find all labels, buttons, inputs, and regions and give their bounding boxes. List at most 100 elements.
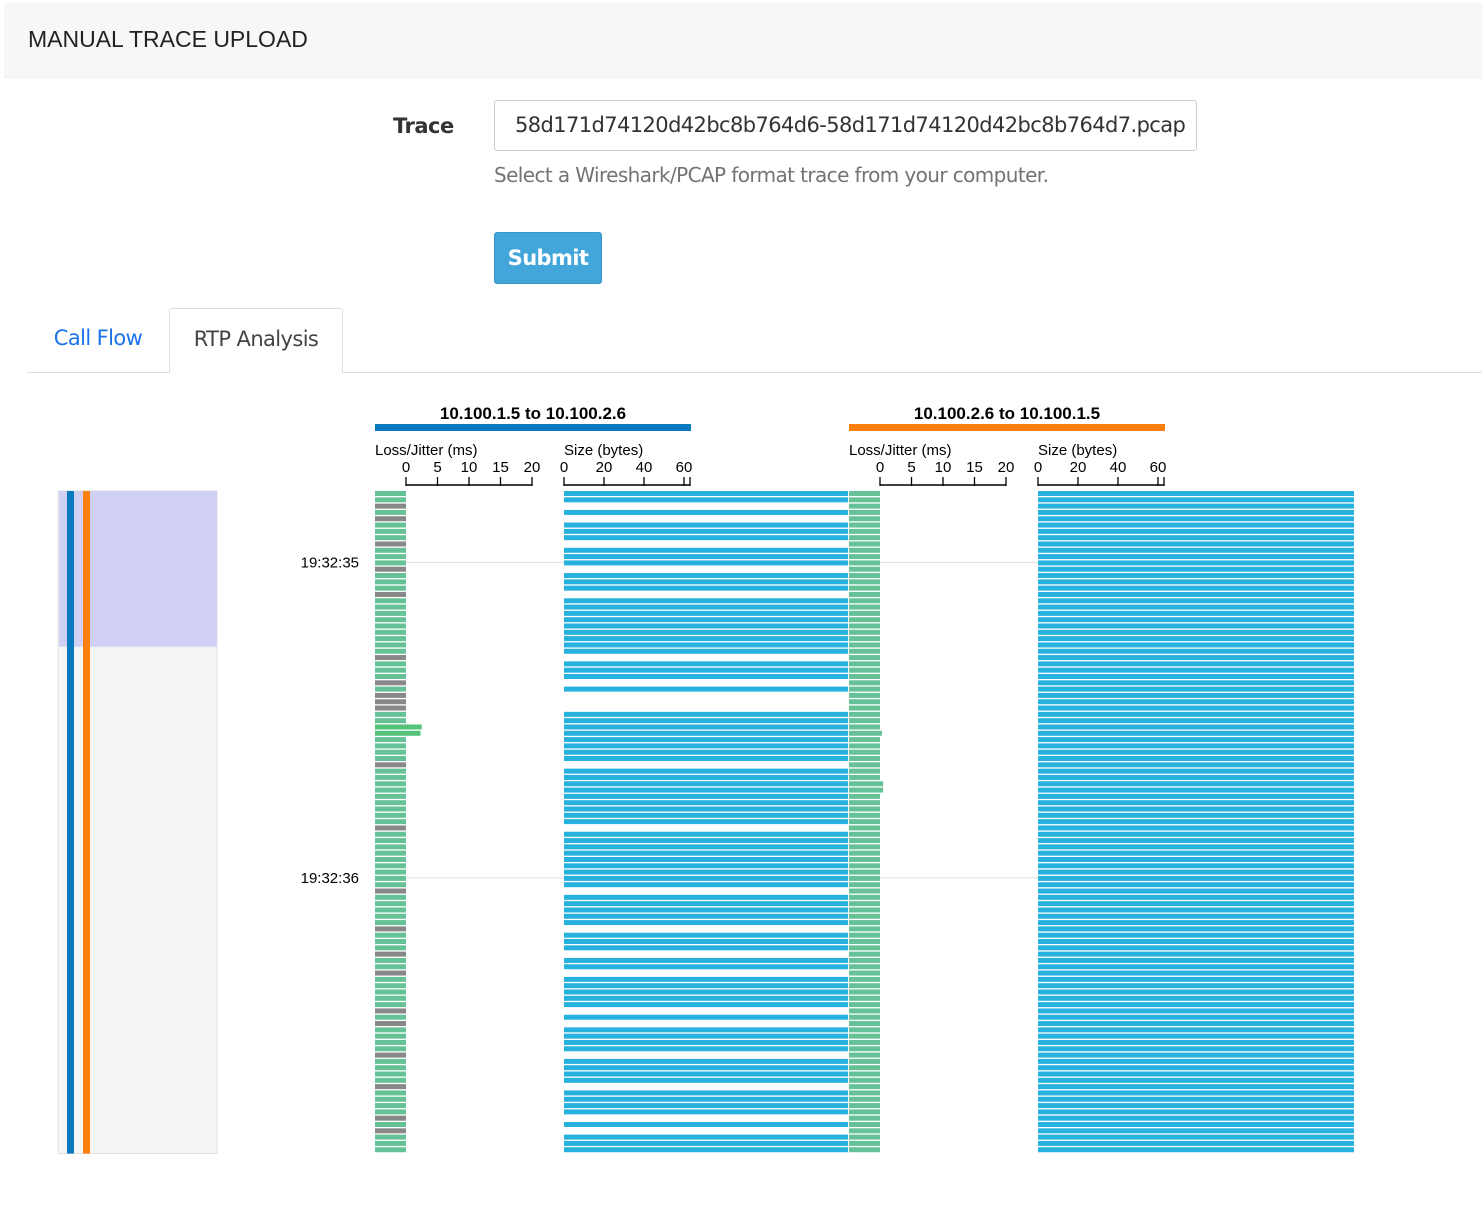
overview-viewport-handle[interactable] xyxy=(59,491,217,647)
jitter-bar xyxy=(375,964,406,970)
jitter-bar xyxy=(375,781,406,787)
size-bar xyxy=(1038,1033,1354,1039)
size-bar xyxy=(1038,1140,1354,1146)
jitter-bar xyxy=(849,1046,880,1052)
size-bar xyxy=(1038,774,1354,780)
size-bar xyxy=(1038,1002,1354,1008)
jitter-bar xyxy=(849,1134,880,1140)
lost-packet-bar xyxy=(375,655,406,661)
direction-color-bar xyxy=(849,424,1165,431)
jitter-bar xyxy=(375,1002,406,1008)
lost-packet-bar xyxy=(375,1008,406,1014)
size-bar xyxy=(564,522,848,528)
size-bar xyxy=(1038,737,1354,743)
jitter-bar xyxy=(375,1090,406,1096)
size-bar xyxy=(1038,636,1354,642)
jitter-bar xyxy=(849,604,880,610)
jitter-bar xyxy=(849,1014,880,1020)
jitter-bar xyxy=(849,642,880,648)
jitter-bar xyxy=(849,983,880,989)
size-bar xyxy=(1038,1065,1354,1071)
jitter-bar xyxy=(849,1071,880,1077)
jitter-bar xyxy=(849,673,880,679)
size-bar xyxy=(1038,547,1354,553)
size-bar xyxy=(564,875,848,881)
size-bar xyxy=(1038,1008,1354,1014)
jitter-bar xyxy=(375,1027,406,1033)
jitter-bar xyxy=(849,825,880,831)
jitter-bar xyxy=(849,1027,880,1033)
loss-axis-tick-label: 0 xyxy=(876,459,884,476)
jitter-bar xyxy=(849,737,880,743)
size-bar xyxy=(1038,554,1354,560)
size-bar xyxy=(564,1002,848,1008)
lost-packet-bar xyxy=(375,1115,406,1121)
jitter-bar xyxy=(375,932,406,938)
lost-packet-bar xyxy=(375,888,406,894)
loss-axis-tick-label: 5 xyxy=(433,459,441,476)
jitter-bar xyxy=(375,579,406,585)
lost-packet-bar xyxy=(375,591,406,597)
size-bar xyxy=(1038,655,1354,661)
direction-title: 10.100.2.6 to 10.100.1.5 xyxy=(914,404,1100,423)
jitter-bar xyxy=(849,617,880,623)
jitter-bar xyxy=(849,1052,880,1058)
jitter-bar xyxy=(849,743,880,749)
size-bar xyxy=(564,1033,848,1039)
size-bar xyxy=(1038,926,1354,932)
jitter-bar xyxy=(849,573,880,579)
size-axis-label: Size (bytes) xyxy=(564,442,643,459)
jitter-bar xyxy=(849,888,880,894)
lost-packet-bar xyxy=(375,1128,406,1134)
loss-axis-tick-label: 20 xyxy=(524,459,541,476)
size-bar xyxy=(564,661,848,667)
size-bar xyxy=(1038,1039,1354,1045)
size-bar xyxy=(1038,819,1354,825)
size-bar xyxy=(1038,491,1354,496)
jitter-bar xyxy=(375,844,406,850)
jitter-bar xyxy=(375,901,406,907)
jitter-bar xyxy=(849,1090,880,1096)
jitter-bar xyxy=(849,1008,880,1014)
jitter-bar xyxy=(849,692,880,698)
direction-title: 10.100.1.5 to 10.100.2.6 xyxy=(440,404,626,423)
size-bar xyxy=(564,573,848,579)
size-bar xyxy=(564,756,848,762)
jitter-bar xyxy=(849,856,880,862)
jitter-bar xyxy=(849,566,880,572)
jitter-bar xyxy=(849,951,880,957)
size-bar xyxy=(1038,503,1354,509)
jitter-bar xyxy=(375,1039,406,1045)
lost-packet-bar xyxy=(375,699,406,705)
jitter-bar xyxy=(375,617,406,623)
jitter-bar xyxy=(375,920,406,926)
jitter-bar xyxy=(375,907,406,913)
jitter-bar xyxy=(849,585,880,591)
size-bar xyxy=(564,812,848,818)
size-bar xyxy=(1038,673,1354,679)
size-bar xyxy=(564,1077,848,1083)
size-bar xyxy=(1038,522,1354,528)
jitter-bar xyxy=(375,976,406,982)
size-bar xyxy=(1038,831,1354,837)
jitter-bar xyxy=(375,547,406,553)
jitter-bar xyxy=(849,749,880,755)
size-bar xyxy=(1038,762,1354,768)
size-bar xyxy=(1038,699,1354,705)
jitter-bar xyxy=(849,1084,880,1090)
size-bar xyxy=(564,610,848,616)
size-bar xyxy=(564,850,848,856)
jitter-bar xyxy=(849,686,880,692)
jitter-bar xyxy=(849,667,880,673)
jitter-bar xyxy=(375,894,406,900)
size-bar xyxy=(564,1014,848,1020)
jitter-bar xyxy=(375,1077,406,1083)
size-bar xyxy=(564,995,848,1001)
size-bar xyxy=(1038,1134,1354,1140)
loss-axis-tick-label: 15 xyxy=(492,459,509,476)
jitter-bar xyxy=(375,718,406,724)
size-bar xyxy=(564,1058,848,1064)
size-bar xyxy=(564,617,848,623)
jitter-bar xyxy=(375,673,406,679)
jitter-bar xyxy=(849,541,880,547)
